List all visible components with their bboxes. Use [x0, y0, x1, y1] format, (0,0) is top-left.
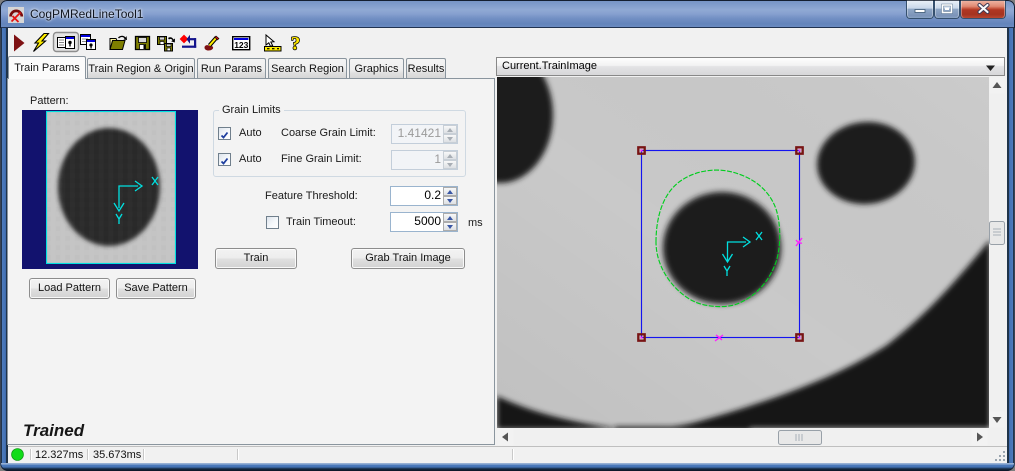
svg-text:?: ?	[291, 34, 301, 55]
svg-text:123: 123	[234, 40, 248, 50]
